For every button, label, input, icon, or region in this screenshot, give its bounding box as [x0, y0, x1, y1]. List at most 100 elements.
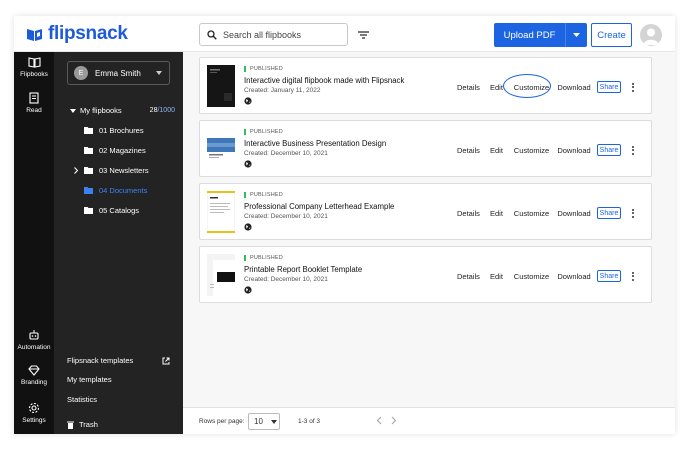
trash-icon — [67, 421, 74, 429]
my-flipbooks-root[interactable]: My flipbooks 28/1000 — [70, 106, 175, 115]
rail-label-branding: Branding — [20, 379, 48, 386]
chevron-right-icon[interactable] — [391, 416, 397, 425]
flipbook-title[interactable]: Interactive digital flipbook made with F… — [244, 76, 404, 85]
more-options-icon[interactable] — [632, 145, 635, 155]
list-item[interactable]: PUBLISHED Professional Company Letterhea… — [199, 183, 652, 240]
folder-documents[interactable]: 04 Documents — [84, 186, 147, 195]
customize-highlight-circle — [503, 74, 551, 98]
list-item[interactable]: PUBLISHED Interactive digital flipbook m… — [199, 57, 652, 114]
rows-per-page-select[interactable]: 10 — [248, 413, 280, 430]
rail-item-read[interactable]: Read — [14, 92, 54, 114]
caret-down-icon — [573, 33, 580, 37]
user-name: Emma Smith — [95, 68, 141, 78]
flipbook-thumbnail[interactable] — [207, 191, 235, 233]
globe-icon — [244, 97, 252, 105]
item-actions: Details Edit Customize Download Share — [457, 206, 635, 220]
logo[interactable]: flipsnack — [26, 23, 128, 44]
rows-per-page-value: 10 — [254, 417, 263, 426]
search-input[interactable]: Search all flipbooks — [199, 23, 348, 46]
rail-item-automation[interactable]: Automation — [14, 329, 54, 351]
user-avatar[interactable] — [640, 24, 662, 46]
details-button[interactable]: Details — [457, 83, 490, 92]
edit-button[interactable]: Edit — [490, 146, 509, 155]
pager — [376, 416, 397, 425]
thumbnail-image — [207, 65, 235, 107]
caret-down-icon — [156, 71, 162, 75]
customize-button[interactable]: Customize — [509, 209, 554, 218]
filter-button[interactable] — [354, 26, 372, 44]
app-window: flipsnack Search all flipbooks Upload PD… — [14, 16, 675, 434]
details-button[interactable]: Details — [457, 146, 490, 155]
folder-label: 02 Magazines — [99, 146, 146, 155]
folder-label: 01 Brochures — [99, 126, 144, 135]
thumbnail-image — [207, 191, 235, 233]
edit-button[interactable]: Edit — [490, 272, 509, 281]
create-button[interactable]: Create — [591, 23, 632, 47]
read-icon — [29, 92, 39, 104]
folder-icon — [84, 187, 93, 194]
folder-brochures[interactable]: 01 Brochures — [84, 126, 144, 135]
upload-pdf-button[interactable]: Upload PDF — [494, 23, 587, 47]
folder-label: 04 Documents — [99, 186, 148, 195]
rail-label-flipbooks: Flipbooks — [20, 71, 48, 78]
created-date: Created: December 10, 2021 — [244, 213, 328, 220]
list-item[interactable]: PUBLISHED Printable Report Booklet Templ… — [199, 246, 652, 303]
workspace-selector[interactable]: E Emma Smith — [67, 61, 170, 85]
rail-item-settings[interactable]: Settings — [14, 402, 54, 424]
flipsnack-templates-link[interactable]: Flipsnack templates — [67, 356, 170, 365]
my-templates-link[interactable]: My templates — [67, 375, 112, 384]
created-date: Created: December 10, 2021 — [244, 276, 328, 283]
flipsnack-logo-icon — [27, 28, 42, 41]
upload-pdf-label: Upload PDF — [503, 29, 556, 41]
customize-button[interactable]: Customize — [509, 146, 554, 155]
more-options-icon[interactable] — [632, 208, 635, 218]
globe-icon — [244, 223, 252, 231]
templates-label: Flipsnack templates — [67, 356, 134, 365]
my-templates-label: My templates — [67, 375, 112, 384]
more-options-icon[interactable] — [632, 82, 635, 92]
thumbnail-image — [207, 254, 235, 296]
rail-item-flipbooks[interactable]: Flipbooks — [14, 57, 54, 78]
share-button[interactable]: Share — [597, 270, 621, 282]
flipbook-title[interactable]: Interactive Business Presentation Design — [244, 139, 386, 148]
list-item[interactable]: PUBLISHED Interactive Business Presentat… — [199, 120, 652, 177]
download-button[interactable]: Download — [554, 209, 594, 218]
share-button[interactable]: Share — [597, 144, 621, 156]
user-initial-avatar: E — [74, 66, 88, 80]
rail-item-branding[interactable]: Branding — [14, 365, 54, 386]
flipbook-list: PUBLISHED Interactive digital flipbook m… — [183, 52, 675, 434]
statistics-label: Statistics — [67, 395, 98, 404]
download-button[interactable]: Download — [554, 146, 594, 155]
folder-catalogs[interactable]: 05 Catalogs — [84, 206, 139, 215]
flipbook-thumbnail[interactable] — [207, 254, 235, 296]
flipbook-title[interactable]: Professional Company Letterhead Example — [244, 202, 394, 211]
share-button[interactable]: Share — [597, 207, 621, 219]
flipbook-title[interactable]: Printable Report Booklet Template — [244, 265, 362, 274]
edit-button[interactable]: Edit — [490, 209, 509, 218]
flipbook-thumbnail[interactable] — [207, 65, 235, 107]
branding-icon — [28, 365, 40, 376]
folder-label: 03 Newsletters — [99, 166, 149, 175]
chevron-right-icon[interactable] — [74, 167, 78, 174]
trash-link[interactable]: Trash — [67, 420, 98, 429]
flipbook-thumbnail[interactable] — [207, 128, 235, 170]
download-button[interactable]: Download — [554, 272, 594, 281]
more-options-icon[interactable] — [632, 271, 635, 281]
page-range: 1-3 of 3 — [298, 418, 321, 425]
gear-icon — [28, 402, 40, 414]
share-button[interactable]: Share — [597, 81, 621, 93]
statistics-link[interactable]: Statistics — [67, 395, 97, 404]
download-button[interactable]: Download — [554, 83, 594, 92]
folder-panel: E Emma Smith My flipbooks 28/1000 01 Bro… — [54, 52, 183, 434]
upload-dropdown-toggle[interactable] — [566, 33, 587, 37]
pagination-bar: Rows per page: 10 1-3 of 3 — [183, 407, 675, 434]
customize-button[interactable]: Customize — [509, 272, 554, 281]
globe-icon — [244, 160, 252, 168]
folder-newsletters[interactable]: 03 Newsletters — [74, 166, 149, 175]
logo-text: flipsnack — [48, 23, 128, 44]
chevron-left-icon[interactable] — [376, 416, 382, 425]
details-button[interactable]: Details — [457, 209, 490, 218]
status-badge: PUBLISHED — [244, 66, 283, 72]
folder-magazines[interactable]: 02 Magazines — [84, 146, 146, 155]
details-button[interactable]: Details — [457, 272, 490, 281]
